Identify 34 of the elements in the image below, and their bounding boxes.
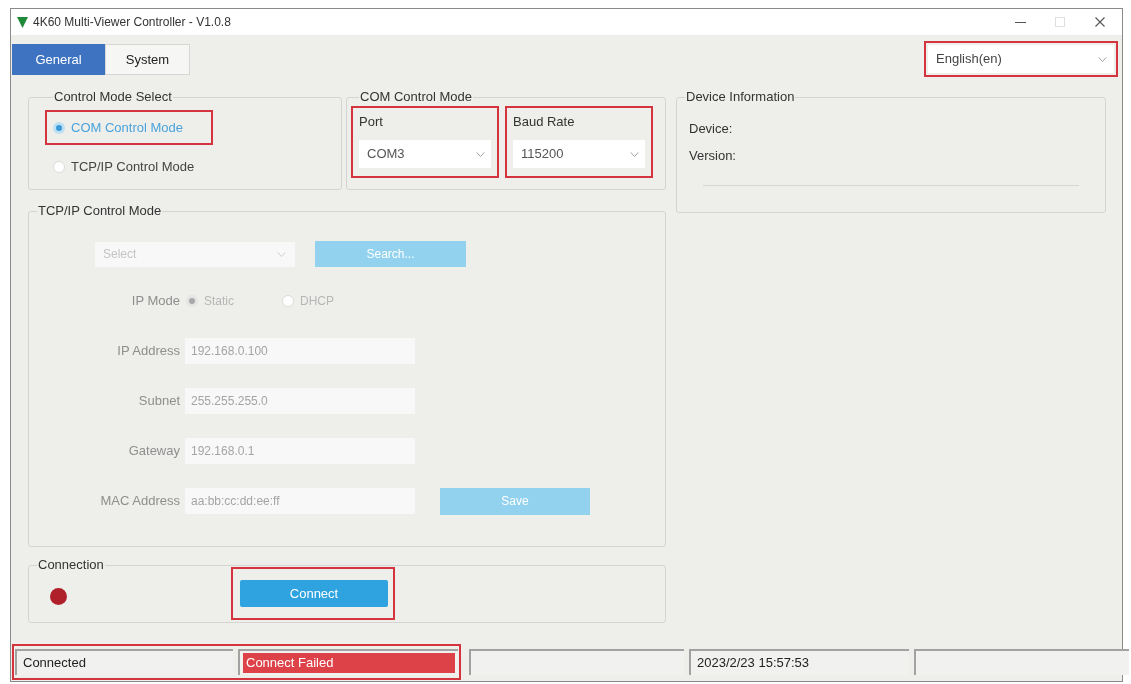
connect-button[interactable]: Connect [240, 580, 388, 607]
maximize-icon [1055, 17, 1065, 27]
chevron-down-icon [630, 151, 639, 157]
window-title: 4K60 Multi-Viewer Controller - V1.0.8 [33, 14, 231, 31]
triangle-logo-icon [17, 16, 28, 28]
field-label: MAC Address [99, 492, 180, 511]
dropdown[interactable]: 115200 [513, 140, 645, 168]
radio-button[interactable]: TCP/IP Control Mode [53, 156, 195, 177]
field-label: IP Address [116, 342, 180, 361]
chevron-down-icon [476, 151, 485, 157]
error-message: Connect Failed [243, 652, 455, 673]
field-label: Port [359, 113, 383, 131]
info-label: Device: [689, 119, 733, 138]
status-field: 2023/2/23 15:57:53 [689, 648, 909, 675]
info-label: Version: [689, 146, 736, 165]
status-field: Connected [15, 648, 233, 675]
chevron-down-icon [277, 251, 286, 257]
close-icon [1095, 17, 1105, 27]
tab[interactable]: General [12, 44, 105, 75]
dropdown[interactable]: COM3 [359, 140, 491, 168]
group-title: Control Mode Select [53, 89, 173, 105]
field-label: Gateway [127, 442, 180, 461]
group-title: COM Control Mode [359, 89, 473, 105]
group-title: Connection [37, 557, 105, 573]
chevron-down-icon [1098, 56, 1107, 62]
language-dropdown[interactable]: English(en) [928, 45, 1114, 73]
group-title: Device Information [685, 89, 796, 105]
tab[interactable]: System [105, 44, 190, 75]
field-label: Baud Rate [513, 113, 575, 131]
group-title: TCP/IP Control Mode [37, 203, 163, 219]
radio-button[interactable]: COM Control Mode [53, 117, 183, 138]
field-label: Subnet [137, 392, 180, 411]
field-label: IP Mode [130, 292, 180, 311]
minimize-icon [1014, 21, 1026, 23]
